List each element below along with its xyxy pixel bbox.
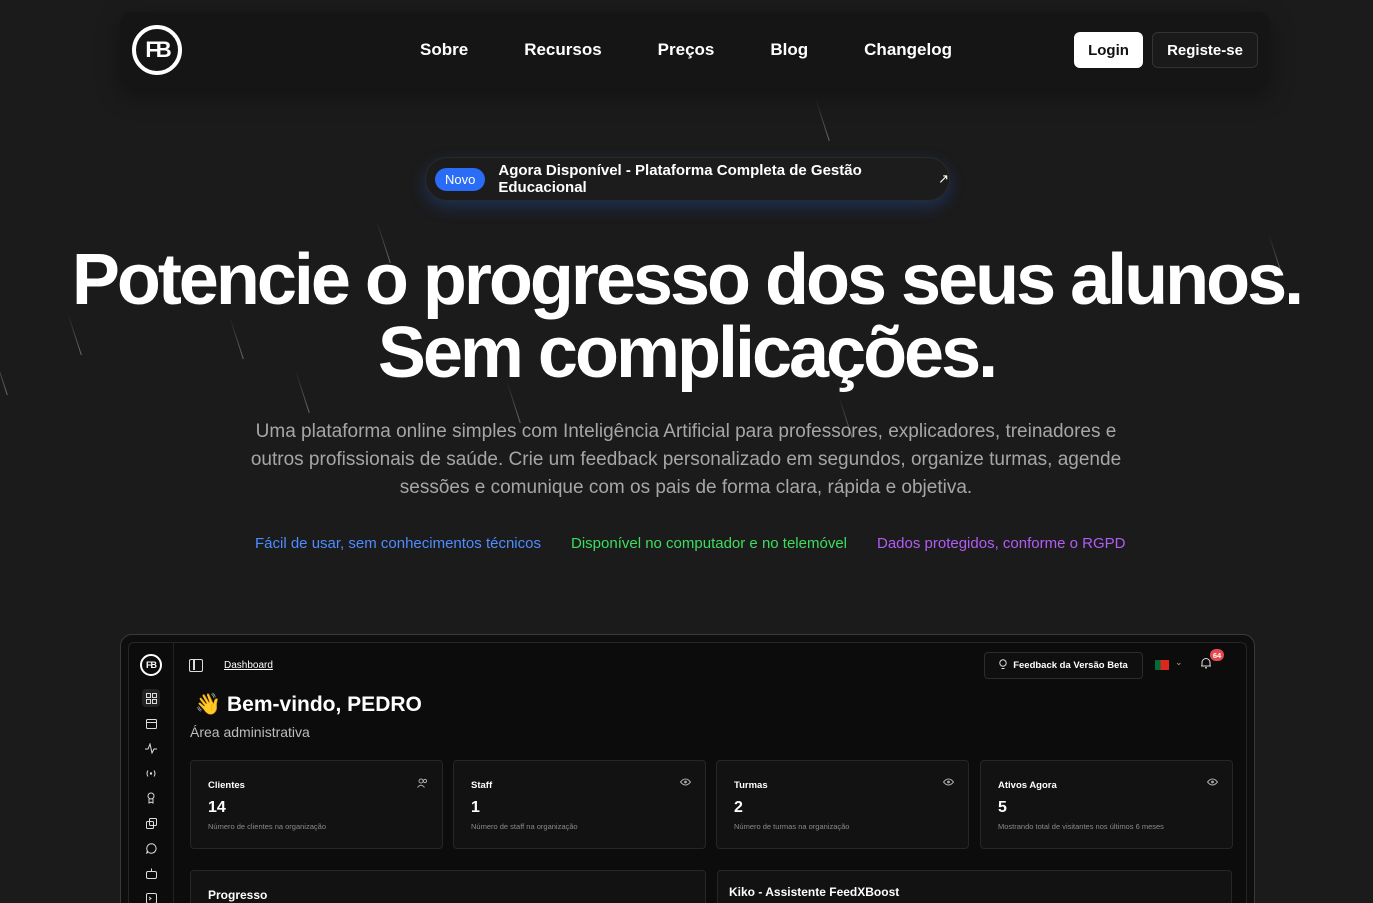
new-badge: Novo bbox=[435, 167, 486, 191]
award-icon[interactable] bbox=[142, 789, 160, 807]
brand-logo[interactable]: FB bbox=[132, 25, 182, 75]
chevron-down-icon[interactable]: ⌄ bbox=[1175, 657, 1183, 668]
nav-links: Sobre Recursos Preços Blog Changelog bbox=[420, 12, 1008, 88]
welcome-text: Bem-vindo, PEDRO bbox=[227, 693, 422, 716]
card-description: Mostrando total de visitantes nos último… bbox=[998, 822, 1164, 831]
feature-gdpr: Dados protegidos, conforme o RGPD bbox=[877, 535, 1126, 552]
nav-link-precos[interactable]: Preços bbox=[658, 40, 715, 60]
portugal-flag-icon[interactable] bbox=[1155, 660, 1169, 670]
lightbulb-icon bbox=[999, 658, 1007, 673]
dashboard-app: FB Dashboard Feedback da Versão Beta ⌄ 6… bbox=[128, 642, 1247, 903]
notification-count-badge: 64 bbox=[1210, 649, 1224, 661]
bot-icon[interactable] bbox=[142, 864, 160, 882]
nav-link-sobre[interactable]: Sobre bbox=[420, 40, 468, 60]
grid-icon[interactable] bbox=[142, 689, 160, 707]
card-title: Turmas bbox=[734, 780, 768, 791]
card-description: Número de clientes na organização bbox=[208, 822, 326, 831]
stat-card-clients: Clientes 14 Número de clientes na organi… bbox=[190, 760, 443, 849]
nav-link-recursos[interactable]: Recursos bbox=[524, 40, 601, 60]
decorative-streak bbox=[815, 98, 830, 142]
calendar-icon[interactable] bbox=[142, 714, 160, 732]
card-value: 5 bbox=[998, 799, 1007, 816]
files-icon[interactable] bbox=[142, 814, 160, 832]
waving-hand-icon: 👋 bbox=[195, 693, 222, 716]
stat-card-staff: Staff 1 Número de staff na organização bbox=[453, 760, 706, 849]
breadcrumb-dashboard[interactable]: Dashboard bbox=[224, 660, 273, 671]
signup-button[interactable]: Registe-se bbox=[1152, 32, 1258, 68]
hero-title-line2: Sem complicações. bbox=[377, 313, 998, 393]
feature-highlights: Fácil de usar, sem conhecimentos técnico… bbox=[0, 535, 1373, 555]
announcement-text: Agora Disponível - Plataforma Completa d… bbox=[498, 162, 862, 196]
dashboard-sidebar: FB bbox=[129, 643, 174, 903]
assistant-panel: Kiko - Assistente FeedXBoost bbox=[717, 870, 1232, 903]
card-value: 14 bbox=[208, 799, 226, 816]
card-value: 2 bbox=[734, 799, 743, 816]
card-title: Staff bbox=[471, 780, 493, 791]
card-title: Clientes bbox=[208, 780, 245, 791]
beta-feedback-label: Feedback da Versão Beta bbox=[1013, 660, 1128, 671]
progress-panel: Progresso bbox=[190, 870, 706, 903]
card-value: 1 bbox=[471, 799, 480, 816]
announcement-pill[interactable]: Novo Agora Disponível - Plataforma Compl… bbox=[425, 157, 950, 201]
panel-title: Kiko - Assistente FeedXBoost bbox=[729, 885, 900, 899]
nav-link-changelog[interactable]: Changelog bbox=[864, 40, 952, 60]
card-description: Número de turmas na organização bbox=[734, 822, 850, 831]
card-title: Ativos Agora bbox=[998, 780, 1057, 791]
bell-icon[interactable] bbox=[1200, 657, 1212, 672]
welcome-heading: 👋 Bem-vindo, PEDRO bbox=[195, 693, 422, 717]
eye-icon bbox=[679, 778, 692, 789]
feature-multi-device: Disponível no computador e no telemóvel bbox=[571, 535, 847, 552]
stat-card-classes: Turmas 2 Número de turmas na organização bbox=[716, 760, 969, 849]
beta-feedback-button[interactable]: Feedback da Versão Beta bbox=[984, 652, 1143, 679]
activity-icon[interactable] bbox=[142, 739, 160, 757]
feature-easy-to-use: Fácil de usar, sem conhecimentos técnico… bbox=[255, 535, 541, 552]
dashboard-logo[interactable]: FB bbox=[140, 654, 162, 676]
card-description: Número de staff na organização bbox=[471, 822, 578, 831]
eye-icon bbox=[1206, 778, 1219, 789]
eye-icon bbox=[942, 778, 955, 789]
external-arrow-icon: ↗ bbox=[938, 171, 949, 186]
hero-title-line1: Potencie o progresso dos seus alunos. bbox=[71, 240, 1304, 320]
panel-title: Progresso bbox=[208, 888, 268, 902]
chat-icon[interactable] bbox=[142, 839, 160, 857]
top-navbar: FB Sobre Recursos Preços Blog Changelog … bbox=[120, 12, 1270, 88]
login-button[interactable]: Login bbox=[1074, 32, 1143, 68]
terminal-icon[interactable] bbox=[142, 889, 160, 903]
users-icon bbox=[417, 778, 428, 791]
landing-page: FB Sobre Recursos Preços Blog Changelog … bbox=[0, 0, 1373, 903]
sidebar-toggle-icon[interactable] bbox=[189, 659, 203, 672]
dashboard-preview: FB Dashboard Feedback da Versão Beta ⌄ 6… bbox=[120, 634, 1255, 903]
nav-link-blog[interactable]: Blog bbox=[770, 40, 808, 60]
role-subtitle: Área administrativa bbox=[190, 724, 310, 740]
broadcast-icon[interactable] bbox=[142, 764, 160, 782]
hero-subtitle: Uma plataforma online simples com Inteli… bbox=[250, 421, 1122, 498]
stat-card-active-now: Ativos Agora 5 Mostrando total de visita… bbox=[980, 760, 1233, 849]
